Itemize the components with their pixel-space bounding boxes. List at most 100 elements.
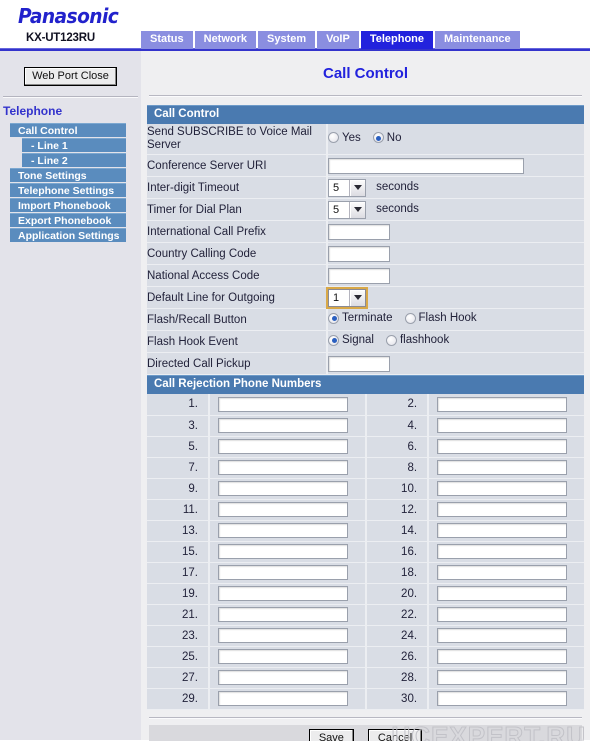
sidebar-item-line-2[interactable]: - Line 2 — [22, 153, 126, 167]
rejection-number-input-7[interactable] — [218, 460, 348, 475]
value-conference-server-uri — [327, 154, 584, 177]
radio-label-flash-recall-flash-hook: Flash Hook — [418, 312, 477, 325]
rejection-field-cell — [209, 562, 368, 584]
rejection-index-label: 2. — [366, 394, 430, 416]
radio-send-subscribe-no[interactable] — [372, 132, 384, 144]
page-title: Call Control — [323, 65, 408, 82]
rejection-number-input-13[interactable] — [218, 523, 348, 538]
rejection-field-cell — [428, 436, 584, 458]
rejection-number-input-3[interactable] — [218, 418, 348, 433]
radio-flash-recall-terminate[interactable] — [328, 312, 339, 324]
radio-group-flash-recall-button: Terminate Flash Hook — [328, 312, 486, 324]
rejection-field-cell — [209, 667, 368, 689]
label-timer-for-dial-plan: Timer for Dial Plan — [147, 198, 328, 221]
rejection-number-input-24[interactable] — [437, 628, 568, 643]
label-default-line-for-outgoing: Default Line for Outgoing — [147, 286, 328, 309]
rejection-index-label: 17. — [147, 562, 210, 584]
unit-inter-digit-timeout: seconds — [376, 181, 419, 194]
inter-digit-timeout-select[interactable]: 5 — [328, 178, 366, 197]
label-send-subscribe: Send SUBSCRIBE to Voice Mail Server — [147, 124, 328, 155]
rejection-field-cell — [428, 688, 584, 710]
rejection-number-input-22[interactable] — [437, 607, 568, 622]
sidebar-item-import-phonebook[interactable]: Import Phonebook — [10, 198, 126, 212]
nav-tab-system[interactable]: System — [258, 31, 316, 49]
sidebar-item-line-1[interactable]: - Line 1 — [22, 138, 126, 152]
cancel-button[interactable]: Cancel — [367, 729, 423, 741]
default-line-for-outgoing-select[interactable]: 1 — [326, 286, 368, 309]
rejection-number-input-15[interactable] — [218, 544, 348, 559]
radio-flash-recall-flash-hook[interactable] — [404, 312, 416, 324]
timer-for-dial-plan-select[interactable]: 5 — [328, 200, 366, 219]
rejection-number-input-14[interactable] — [437, 523, 568, 538]
rejection-number-input-29[interactable] — [218, 691, 348, 706]
rejection-field-cell — [428, 499, 584, 521]
radio-flash-hook-signal[interactable] — [328, 334, 339, 346]
national-access-code-input[interactable] — [328, 267, 390, 284]
web-port-close-button[interactable]: Web Port Close — [24, 67, 117, 86]
value-default-line-for-outgoing: 1 — [326, 286, 584, 309]
rejection-number-input-4[interactable] — [437, 418, 568, 433]
directed-call-pickup-input[interactable] — [328, 355, 390, 372]
nav-tab-telephone[interactable]: Telephone — [360, 31, 434, 49]
radio-flash-hook-flashhook[interactable] — [385, 334, 397, 346]
table-row: 7. 8. — [147, 457, 584, 479]
radio-label-flash-hook-flashhook: flashhook — [399, 334, 450, 347]
rejection-number-input-20[interactable] — [437, 586, 568, 601]
rejection-number-input-2[interactable] — [437, 396, 568, 412]
rejection-number-input-17[interactable] — [218, 565, 348, 580]
rejection-number-input-30[interactable] — [437, 691, 568, 706]
footer-divider — [149, 716, 582, 719]
nav-tab-network[interactable]: Network — [194, 31, 257, 49]
rejection-number-input-19[interactable] — [218, 586, 348, 601]
rejection-index-label: 16. — [366, 541, 430, 563]
rejection-index-label: 18. — [366, 562, 430, 584]
rejection-index-label: 5. — [147, 436, 210, 458]
rejection-number-input-27[interactable] — [218, 670, 348, 685]
international-call-prefix-input[interactable] — [328, 223, 390, 240]
table-row: 1. 2. — [147, 394, 584, 416]
sidebar-divider — [3, 96, 138, 98]
rejection-number-input-11[interactable] — [218, 502, 348, 517]
panasonic-logo: Panasonic — [18, 4, 119, 28]
rejection-number-input-25[interactable] — [218, 649, 348, 664]
sidebar-item-export-phonebook[interactable]: Export Phonebook — [10, 213, 126, 227]
row-send-subscribe: Send SUBSCRIBE to Voice Mail Server Yes … — [147, 124, 584, 155]
sidebar-item-telephone-settings[interactable]: Telephone Settings — [10, 183, 126, 197]
main-content: Call Control Call Control Send SUBSCRIBE… — [141, 51, 590, 741]
rejection-number-input-18[interactable] — [437, 565, 568, 580]
rejection-number-input-16[interactable] — [437, 544, 568, 559]
rejection-number-input-12[interactable] — [437, 502, 568, 517]
conference-server-uri-input[interactable] — [328, 157, 524, 174]
rejection-number-input-5[interactable] — [218, 439, 348, 454]
rejection-index-label: 10. — [366, 478, 430, 500]
rejection-index-label: 14. — [366, 520, 430, 542]
row-timer-for-dial-plan: Timer for Dial Plan 5 seconds — [147, 198, 584, 221]
sidebar-item-application-settings[interactable]: Application Settings — [10, 228, 126, 242]
country-calling-code-input[interactable] — [328, 245, 390, 262]
rejection-field-cell — [209, 625, 368, 647]
nav-tab-status[interactable]: Status — [141, 31, 193, 49]
rejection-field-cell — [428, 562, 584, 584]
table-row: 13. 14. — [147, 520, 584, 542]
rejection-field-cell — [209, 499, 368, 521]
radio-send-subscribe-yes[interactable] — [328, 132, 339, 144]
rejection-number-input-23[interactable] — [218, 628, 348, 643]
rejection-number-input-9[interactable] — [218, 481, 348, 496]
rejection-number-input-26[interactable] — [437, 649, 568, 664]
rejection-number-input-28[interactable] — [437, 670, 568, 685]
nav-tab-voip[interactable]: VoIP — [317, 31, 359, 49]
rejection-number-input-21[interactable] — [218, 607, 348, 622]
rejection-number-input-6[interactable] — [437, 439, 568, 454]
rejection-number-input-1[interactable] — [218, 396, 348, 412]
rejection-field-cell — [428, 394, 584, 416]
rejection-number-input-8[interactable] — [437, 460, 568, 475]
save-button[interactable]: Save — [308, 729, 354, 741]
section-header-call-control: Call Control — [147, 105, 584, 124]
sidebar-item-tone-settings[interactable]: Tone Settings — [10, 168, 126, 182]
rejection-index-label: 11. — [147, 499, 210, 521]
nav-tab-maintenance[interactable]: Maintenance — [435, 31, 520, 49]
row-directed-call-pickup: Directed Call Pickup — [147, 352, 584, 375]
sidebar-item-call-control[interactable]: Call Control — [10, 123, 126, 137]
rejection-field-cell — [428, 625, 584, 647]
rejection-number-input-10[interactable] — [437, 481, 568, 496]
